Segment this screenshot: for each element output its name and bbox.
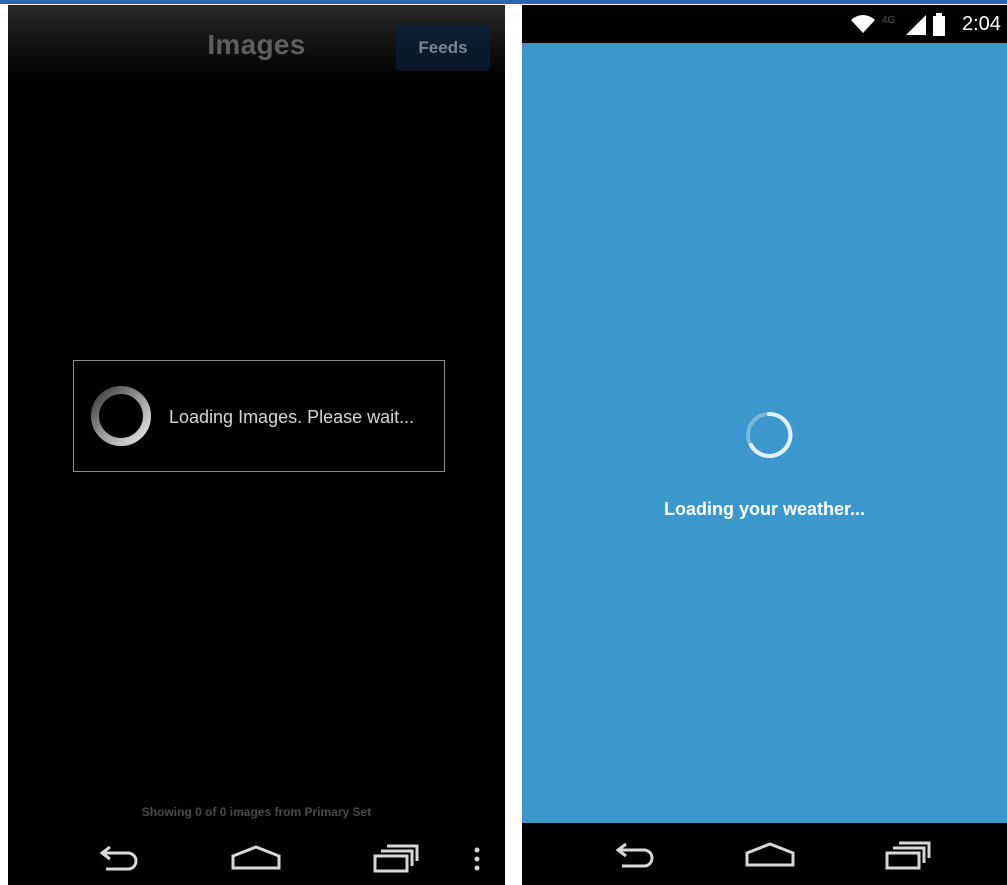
status-footer: Showing 0 of 0 images from Primary Set — [141, 805, 372, 819]
home-icon[interactable] — [744, 841, 796, 869]
loading-message: Loading Images. Please wait... — [169, 407, 415, 427]
navigation-bar — [522, 823, 1007, 885]
back-icon[interactable] — [610, 843, 660, 871]
home-icon[interactable] — [230, 844, 282, 872]
menu-icon[interactable] — [472, 846, 482, 872]
network-type: 4G — [882, 15, 896, 26]
navigation-bar — [8, 830, 505, 885]
images-app-screen: Images Feeds Loading Images. Please wait… — [8, 5, 505, 885]
app-header: Images Feeds — [8, 5, 505, 83]
back-icon[interactable] — [94, 846, 144, 874]
signal-icon — [906, 15, 926, 35]
weather-app-screen: 4G 2:04 Loading your weather... — [522, 5, 1007, 885]
battery-icon — [933, 13, 945, 36]
loading-message: Loading your weather... — [663, 499, 866, 519]
status-bar: 4G 2:04 — [522, 5, 1007, 43]
loading-dialog: Loading Images. Please wait... — [73, 360, 445, 472]
wifi-icon — [851, 15, 875, 33]
feeds-button[interactable]: Feeds — [396, 25, 490, 71]
recents-icon[interactable] — [372, 844, 420, 874]
loading-spinner-icon — [746, 411, 793, 458]
status-time: 2:04 — [962, 13, 1001, 35]
top-border — [0, 0, 1007, 4]
recents-icon[interactable] — [884, 841, 932, 871]
loading-spinner-icon — [91, 386, 151, 446]
